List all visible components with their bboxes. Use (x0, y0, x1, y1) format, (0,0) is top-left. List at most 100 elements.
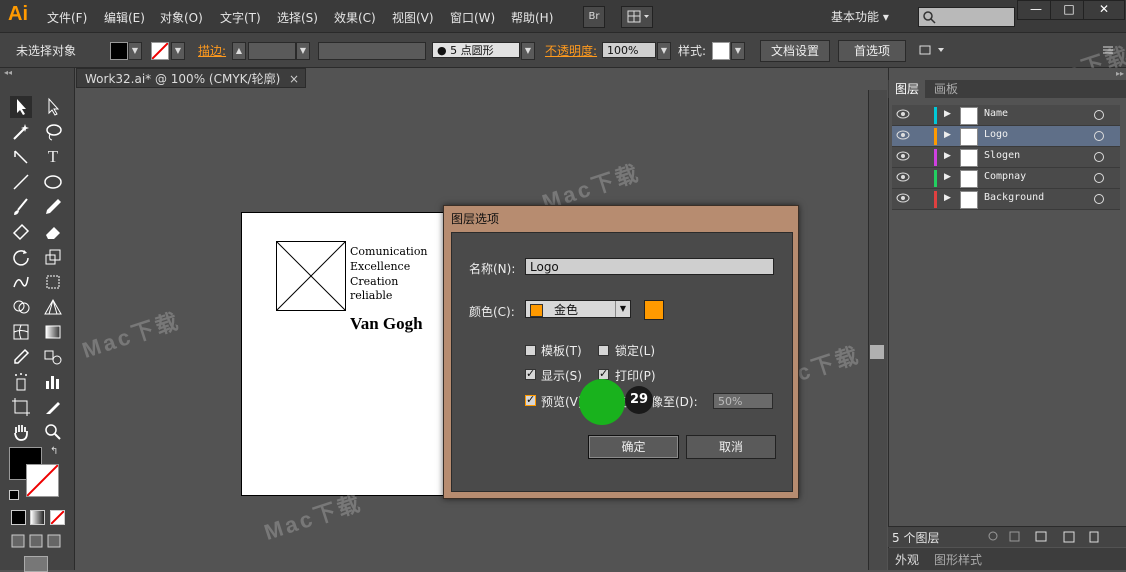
shape-builder-tool[interactable] (10, 296, 32, 318)
stroke-label[interactable]: 描边: (198, 42, 226, 59)
blend-tool[interactable] (42, 346, 64, 368)
layer-row[interactable]: ▶ Name (892, 105, 1120, 126)
column-graph-tool[interactable] (42, 371, 64, 393)
ok-button[interactable]: 确定 (588, 435, 679, 459)
collapse-panel-icon[interactable]: ▸▸ (890, 70, 1124, 78)
menu-effect[interactable]: 效果(C) (334, 9, 376, 26)
lock-checkbox[interactable] (598, 345, 609, 356)
artboard-tool[interactable] (10, 396, 32, 418)
menu-object[interactable]: 对象(O) (160, 9, 203, 26)
gradient-mode-button[interactable] (30, 510, 45, 525)
default-colors-icon[interactable] (9, 490, 19, 500)
cancel-button[interactable]: 取消 (686, 435, 776, 459)
eye-icon[interactable] (896, 109, 910, 119)
stroke-swatch[interactable] (151, 42, 169, 60)
expand-triangle-icon[interactable]: ▶ (944, 130, 951, 140)
blob-brush-tool[interactable] (10, 221, 32, 243)
paintbrush-tool[interactable] (10, 196, 32, 218)
free-transform-tool[interactable] (42, 271, 64, 293)
show-checkbox[interactable] (525, 367, 536, 380)
scale-tool[interactable] (42, 246, 64, 268)
tab-appearance[interactable]: 外观 (895, 551, 919, 568)
menu-view[interactable]: 视图(V) (392, 9, 434, 26)
type-tool[interactable]: T (42, 146, 64, 168)
close-button[interactable]: ✕ (1083, 0, 1125, 20)
layer-row[interactable]: ▶ Background (892, 189, 1120, 210)
target-circle-icon[interactable] (1094, 131, 1104, 141)
menu-edit[interactable]: 编辑(E) (104, 9, 145, 26)
layer-row[interactable]: ▶ Compnay (892, 168, 1120, 189)
document-tab[interactable]: Work32.ai* @ 100% (CMYK/轮廓) × (76, 68, 306, 88)
pencil-tool[interactable] (42, 196, 64, 218)
stroke-color-box[interactable] (26, 464, 59, 497)
graphic-style-dropdown[interactable]: ▼ (731, 42, 745, 60)
color-swatch-button[interactable] (644, 300, 664, 320)
opacity-field[interactable]: 100% (602, 42, 656, 58)
brush-dropdown[interactable]: ▼ (521, 42, 535, 60)
search-input[interactable] (918, 7, 1015, 27)
variable-width-profile[interactable] (318, 42, 426, 60)
document-setup-button[interactable]: 文档设置 (760, 40, 830, 62)
target-circle-icon[interactable] (1094, 194, 1104, 204)
menu-window[interactable]: 窗口(W) (450, 9, 495, 26)
menu-help[interactable]: 帮助(H) (511, 9, 553, 26)
arrange-icon[interactable] (918, 42, 948, 58)
eraser-tool[interactable] (42, 221, 64, 243)
template-checkbox[interactable] (525, 345, 536, 356)
bridge-button[interactable]: Br (583, 6, 605, 28)
perspective-grid-tool[interactable] (42, 296, 64, 318)
expand-triangle-icon[interactable]: ▶ (944, 193, 951, 203)
swap-colors-icon[interactable]: ↰ (50, 446, 62, 458)
selection-tool[interactable] (10, 96, 32, 118)
line-tool[interactable] (10, 171, 32, 193)
target-circle-icon[interactable] (1094, 110, 1104, 120)
tab-artboards[interactable]: 画板 (928, 80, 964, 98)
dim-percent-input[interactable]: 50% (713, 393, 773, 409)
eyedropper-tool[interactable] (10, 346, 32, 368)
warp-tool[interactable] (10, 271, 32, 293)
hand-tool[interactable] (10, 421, 32, 443)
eye-icon[interactable] (896, 172, 910, 182)
scroll-thumb[interactable] (870, 345, 884, 359)
workspace-switcher[interactable]: 基本功能 ▾ (831, 8, 889, 25)
pen-tool[interactable] (10, 146, 32, 168)
menu-type[interactable]: 文字(T) (220, 9, 261, 26)
expand-triangle-icon[interactable]: ▶ (944, 151, 951, 161)
layer-row[interactable]: ▶ Logo (892, 126, 1120, 147)
drawing-modes[interactable] (11, 534, 63, 548)
graphic-style-swatch[interactable] (712, 42, 730, 60)
vertical-scrollbar[interactable] (868, 90, 887, 570)
opacity-label[interactable]: 不透明度: (545, 42, 597, 59)
eye-icon[interactable] (896, 130, 910, 140)
stroke-dropdown[interactable]: ▼ (171, 42, 185, 60)
menu-select[interactable]: 选择(S) (277, 9, 318, 26)
color-mode-button[interactable] (11, 510, 26, 525)
stroke-weight-dropdown[interactable]: ▼ (296, 42, 310, 60)
mesh-tool[interactable] (10, 321, 32, 343)
logo-placeholder[interactable] (276, 241, 346, 311)
tab-graphic-styles[interactable]: 图形样式 (934, 551, 982, 568)
fill-swatch[interactable] (110, 42, 128, 60)
gradient-tool[interactable] (42, 321, 64, 343)
expand-triangle-icon[interactable]: ▶ (944, 172, 951, 182)
color-select[interactable]: 金色 ▼ (525, 300, 631, 318)
symbol-sprayer-tool[interactable] (10, 371, 32, 393)
direct-selection-tool[interactable] (42, 96, 64, 118)
brush-definition[interactable]: ● 5 点圆形 (432, 42, 520, 58)
expand-triangle-icon[interactable]: ▶ (944, 109, 951, 119)
target-circle-icon[interactable] (1094, 173, 1104, 183)
layer-name-input[interactable]: Logo (525, 258, 774, 275)
preferences-button[interactable]: 首选项 (838, 40, 906, 62)
zoom-tool[interactable] (42, 421, 64, 443)
lasso-tool[interactable] (42, 121, 64, 143)
layer-row[interactable]: ▶ Slogen (892, 147, 1120, 168)
ellipse-tool[interactable] (42, 171, 64, 193)
opacity-dropdown[interactable]: ▼ (657, 42, 671, 60)
arrange-documents-button[interactable] (621, 6, 653, 28)
slice-tool[interactable] (42, 396, 64, 418)
none-mode-button[interactable] (50, 510, 65, 525)
eye-icon[interactable] (896, 151, 910, 161)
layer-actions[interactable] (984, 529, 1104, 545)
stroke-weight-field[interactable] (248, 42, 296, 60)
menu-file[interactable]: 文件(F) (47, 9, 87, 26)
